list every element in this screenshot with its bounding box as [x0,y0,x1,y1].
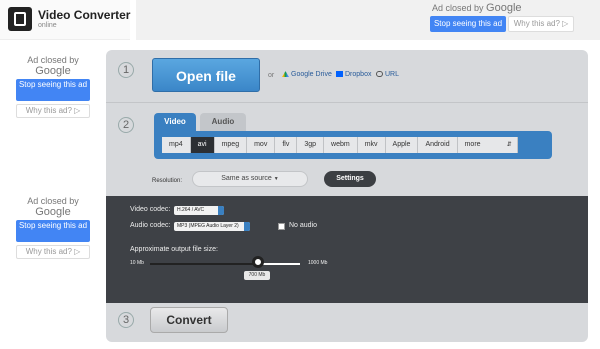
or-label: or [268,72,275,79]
size-slider-fill [150,263,258,265]
video-codec-value: H.264 / AVC [177,207,205,213]
app-subtitle: online [38,22,57,29]
size-max-label: 1000 Mb [308,260,328,266]
audio-codec-select[interactable]: MP3 (MPEG Audio Layer 2) [174,222,250,231]
why-this-ad-button[interactable]: Why this ad? ▷ [16,104,90,118]
size-slider-track[interactable] [150,263,300,265]
step-3-number: 3 [118,312,134,328]
size-value-tooltip: 700 Mb [244,271,270,280]
settings-section: Video codec: H.264 / AVC Audio codec: MP… [106,196,588,303]
google-drive-label: Google Drive [291,71,332,78]
app-header: Video Converter online [0,0,130,40]
format-bar: mp4 avi mpeg mov flv 3gp webm mkv Apple … [154,131,552,159]
chevron-updown-icon: ⇵ [506,142,512,148]
video-converter-logo-icon[interactable] [8,7,32,31]
size-min-label: 10 Mb [130,260,144,266]
convert-button[interactable]: Convert [150,307,228,333]
ad-closed-text: Ad closed by Google [432,2,522,14]
dropbox-label: Dropbox [345,71,372,78]
stop-seeing-ad-button[interactable]: Stop seeing this ad [430,16,506,32]
format-list: mp4 avi mpeg mov flv 3gp webm mkv Apple … [162,137,518,153]
format-mkv[interactable]: mkv [357,137,386,153]
video-codec-select[interactable]: H.264 / AVC [174,206,224,215]
dropbox-icon [336,71,343,78]
format-mp4[interactable]: mp4 [162,137,191,153]
step-1-number: 1 [118,62,134,78]
resolution-label: Resolution: [152,178,183,184]
ad-closed-text: Ad closed by Google [14,55,92,77]
app-title[interactable]: Video Converter [38,8,130,22]
resolution-select[interactable]: Same as source ▼ [192,171,308,187]
url-link[interactable]: URL [376,71,399,78]
chevron-down-icon [218,206,224,215]
google-drive-icon [282,71,289,78]
url-label: URL [385,71,400,78]
format-3gp[interactable]: 3gp [297,137,325,153]
open-file-button[interactable]: Open file [152,58,260,92]
link-icon [376,71,383,78]
side-ad-1: Ad closed by Google Stop seeing this ad … [14,55,92,125]
format-webm[interactable]: webm [324,137,358,153]
format-flv[interactable]: flv [275,137,298,153]
format-mov[interactable]: mov [247,137,276,153]
video-codec-label: Video codec: [130,206,171,213]
format-more[interactable]: more ⇵ [457,137,518,153]
step-2-number: 2 [118,117,134,133]
resolution-value: Same as source [221,175,272,182]
size-slider-handle[interactable] [252,256,264,268]
audio-codec-label: Audio codec: [130,222,171,229]
dropbox-link[interactable]: Dropbox [336,71,371,78]
side-ad-2: Ad closed by Google Stop seeing this ad … [14,196,92,266]
chevron-down-icon [244,222,250,231]
google-label: Google [35,206,71,218]
chevron-down-icon: ▼ [273,176,279,182]
top-ad: Ad closed by Google Stop seeing this ad … [136,0,600,40]
settings-button[interactable]: Settings [324,171,376,187]
format-apple[interactable]: Apple [385,137,419,153]
ad-closed-text: Ad closed by Google [14,196,92,218]
why-this-ad-button[interactable]: Why this ad? ▷ [16,245,90,259]
stop-seeing-ad-button[interactable]: Stop seeing this ad [16,220,90,242]
no-audio-checkbox[interactable] [278,223,285,230]
format-more-label: more [464,141,481,148]
why-this-ad-button[interactable]: Why this ad? ▷ [508,16,574,32]
output-size-label: Approximate output file size: [130,246,218,253]
divider [106,102,588,103]
google-label: Google [35,65,71,77]
google-label: Google [486,2,522,14]
stop-seeing-ad-button[interactable]: Stop seeing this ad [16,79,90,101]
google-drive-link[interactable]: Google Drive [282,71,332,78]
format-avi[interactable]: avi [190,137,215,153]
audio-codec-value: MP3 (MPEG Audio Layer 2) [177,223,239,229]
format-android[interactable]: Android [418,137,458,153]
converter-panel: 1 Open file or Google Drive Dropbox URL … [106,50,588,342]
page: Video Converter online Ad closed by Goog… [0,0,600,349]
ad-closed-label: Ad closed by [432,3,484,13]
no-audio-label: No audio [289,222,318,229]
format-mpeg[interactable]: mpeg [214,137,248,153]
tab-video[interactable]: Video [154,113,196,131]
tab-audio[interactable]: Audio [200,113,246,131]
